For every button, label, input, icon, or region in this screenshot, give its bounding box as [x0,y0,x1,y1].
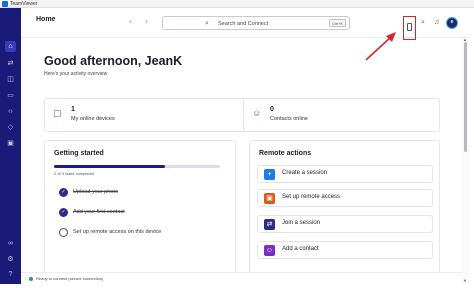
home-nav-icon[interactable]: ⌂ [5,41,16,52]
status-bar: Ready to connect (secure connection) [21,272,462,284]
add-contact-button[interactable]: ☺ Add a contact [257,241,433,259]
page-title: Home [36,16,56,23]
scrollbar-thumb[interactable] [464,42,467,152]
remote-nav-icon[interactable]: ⇄ [5,58,16,69]
plus-icon: + [264,169,275,180]
stats-panel: ▢ 1 My online devices ☺ 0 Contacts onlin… [44,98,440,132]
apps-nav-icon[interactable]: ▣ [5,138,16,149]
contacts-online-stat[interactable]: ☺ 0 Contacts online [244,99,440,131]
create-session-button[interactable]: + Create a session [257,165,433,183]
search-shortcut: Ctrl+K [328,19,346,27]
status-dot-icon [29,277,33,281]
settings-nav-icon[interactable]: ⚙ [5,254,16,265]
remote-device-button[interactable] [403,16,416,40]
progress-text: 2 of 3 tasks completed [54,171,95,176]
task-label: Set up remote access on this device [73,229,162,235]
tag-nav-icon[interactable]: ◇ [5,122,16,133]
join-session-button[interactable]: ⇄ Join a session [257,215,433,233]
progress-bar-fill [54,165,166,168]
getting-started-card: Getting started 2 of 3 tasks completed ✓… [44,140,236,280]
check-icon: ✓ [59,188,68,197]
action-label: Set up remote access [282,194,341,200]
action-label: Join a session [282,220,321,226]
teamviewer-logo-icon [2,1,8,7]
user-avatar[interactable]: e [446,17,458,29]
search-header-icon[interactable]: ⌕ [421,18,425,28]
task-label: Upload your photo [73,189,118,195]
contacts-online-count: 0 [270,106,274,113]
getting-started-title: Getting started [54,150,104,157]
app-name: TeamViewer [10,1,38,7]
empty-circle-icon [59,228,68,237]
action-label: Create a session [282,170,328,176]
devices-icon: ▢ [53,108,62,118]
setup-remote-access-button[interactable]: ▣ Set up remote access [257,189,433,207]
devices-nav-icon[interactable]: ▭ [5,90,16,101]
check-icon: ✓ [59,208,68,217]
main-content: Good afternoon, JeanK Here's your activi… [21,38,462,280]
chat-nav-icon[interactable]: ◫ [5,74,16,85]
action-label: Add a contact [282,246,319,252]
remote-actions-title: Remote actions [259,150,312,157]
window-titlebar: TeamViewer [0,0,474,8]
progress-bar [54,165,220,168]
remote-access-icon: ▣ [264,193,275,204]
notification-bell-icon[interactable]: ♫ [434,18,439,28]
device-icon [407,23,412,31]
scroll-down-icon[interactable]: ▼ [463,279,467,283]
contacts-icon: ☺ [252,108,262,118]
search-placeholder: Search and Connect [218,21,269,27]
online-devices-stat[interactable]: ▢ 1 My online devices [45,99,243,131]
search-icon: ⌕ [205,20,209,27]
task-label: Add your first contact [73,209,125,215]
forward-arrow-icon[interactable]: › [145,16,148,26]
help-nav-icon[interactable]: ? [5,269,16,280]
contacts-online-label: Contacts online [270,116,308,122]
remote-actions-card: Remote actions + Create a session ▣ Set … [249,140,440,280]
add-contact-icon: ☺ [264,245,275,256]
status-text: Ready to connect (secure connection) [36,276,104,281]
vertical-scrollbar[interactable]: ▲ ▼ [462,38,469,284]
join-icon: ⇄ [264,219,275,230]
online-devices-label: My online devices [71,116,115,122]
search-input[interactable]: ⌕ Search and Connect Ctrl+K [162,16,350,30]
greeting-title: Good afternoon, JeanK [44,54,183,68]
link-nav-icon[interactable]: ∞ [5,238,16,249]
greeting-subtitle: Here's your activity overview [44,71,108,77]
back-arrow-icon[interactable]: ‹ [129,16,132,26]
online-devices-count: 1 [71,106,75,113]
nav-rail: ⌂ ⇄ ◫ ▭ ‹› ◇ ▣ ∞ ⚙ ? [0,8,21,284]
code-nav-icon[interactable]: ‹› [5,106,16,117]
